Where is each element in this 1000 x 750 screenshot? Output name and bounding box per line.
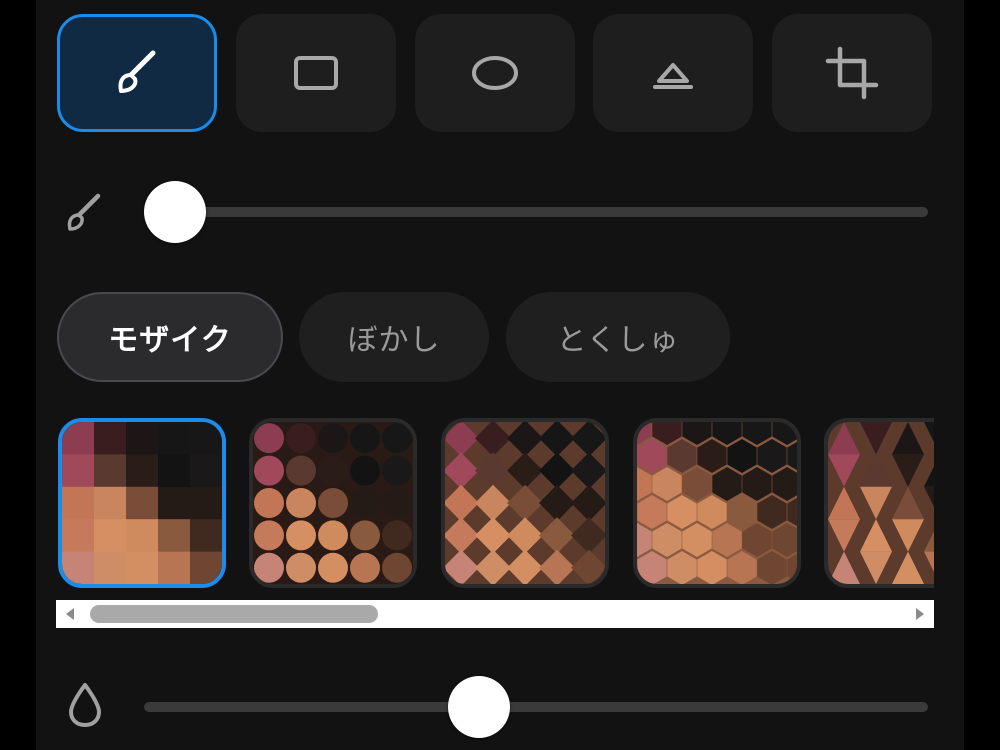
brush-size-icon — [58, 188, 108, 238]
pattern-list — [56, 418, 934, 592]
pattern-circle-mosaic[interactable] — [249, 418, 417, 588]
effect-special-label: とくしゅ — [556, 323, 680, 358]
scroll-left-arrow-icon[interactable] — [56, 600, 84, 628]
square-mosaic-preview — [62, 422, 222, 584]
hexagon-mosaic-preview — [637, 422, 797, 584]
pattern-triangle-mosaic[interactable] — [824, 418, 934, 588]
droplet-icon — [69, 683, 101, 727]
rectangle-icon — [294, 56, 338, 90]
scroll-right-arrow-icon[interactable] — [906, 600, 934, 628]
opacity-icon-wrap — [60, 680, 110, 730]
brush-icon — [67, 193, 101, 231]
opacity-track[interactable] — [144, 702, 928, 712]
eraser-tool-button[interactable] — [593, 14, 753, 132]
triangle-mosaic-preview — [828, 422, 934, 584]
effect-blur-chip[interactable]: ぼかし — [299, 292, 489, 382]
brush-tool-button[interactable] — [57, 14, 217, 132]
pattern-list-scrollbar[interactable] — [56, 600, 934, 628]
diamond-mosaic-preview — [445, 422, 605, 584]
brush-size-thumb[interactable] — [144, 181, 206, 243]
brush-icon — [118, 50, 156, 93]
brush-size-track[interactable] — [144, 207, 928, 217]
pattern-square-mosaic[interactable] — [58, 418, 226, 588]
scrollbar-thumb[interactable] — [90, 605, 378, 623]
effect-blur-label: ぼかし — [347, 323, 441, 358]
editor-panel: モザイク ぼかし とくしゅ — [36, 0, 964, 750]
pattern-hexagon-mosaic[interactable] — [633, 418, 801, 588]
crop-icon — [825, 46, 879, 100]
ellipse-tool-button[interactable] — [415, 14, 575, 132]
effect-mosaic-chip[interactable]: モザイク — [57, 292, 283, 382]
crop-tool-button[interactable] — [772, 14, 932, 132]
effect-mosaic-label: モザイク — [108, 323, 232, 358]
circle-mosaic-preview — [253, 422, 413, 584]
rectangle-tool-button[interactable] — [236, 14, 396, 132]
eraser-icon — [653, 63, 693, 89]
ellipse-icon — [472, 56, 518, 90]
effect-special-chip[interactable]: とくしゅ — [506, 292, 730, 382]
pattern-diamond-mosaic[interactable] — [441, 418, 609, 588]
opacity-thumb[interactable] — [448, 676, 510, 738]
